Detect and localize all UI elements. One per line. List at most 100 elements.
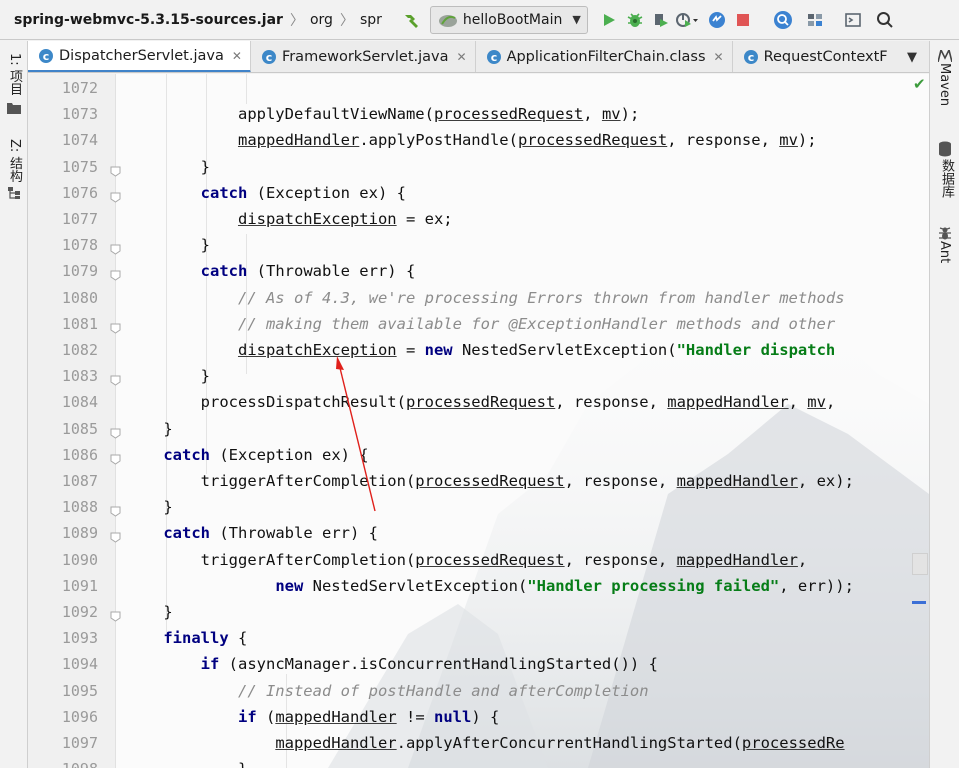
profile-icon[interactable]: [674, 7, 700, 33]
breadcrumb-org[interactable]: org: [304, 0, 333, 40]
code-line[interactable]: mappedHandler.applyPostHandle(processedR…: [126, 127, 817, 153]
tab-label: ApplicationFilterChain.class: [506, 49, 706, 65]
run-icon[interactable]: [596, 7, 622, 33]
code-line[interactable]: }: [126, 756, 247, 768]
fold-marker-icon[interactable]: [110, 188, 121, 203]
code-token: ,: [788, 393, 808, 412]
line-number: 1079: [61, 262, 98, 281]
fold-marker-icon[interactable]: [110, 607, 121, 622]
line-number: 1096: [61, 707, 98, 726]
code-token: (Throwable err) {: [210, 524, 378, 543]
breadcrumb-spr[interactable]: spr: [354, 0, 382, 40]
line-number: 1087: [61, 472, 98, 490]
line-number: 1081: [61, 314, 98, 333]
code-line[interactable]: catch (Throwable err) {: [126, 258, 416, 284]
code-line[interactable]: triggerAfterCompletion(processedRequest,…: [126, 547, 808, 573]
chevron-down-icon[interactable]: ▼: [895, 41, 929, 72]
inspection-ok-icon[interactable]: ✔: [913, 75, 926, 93]
fold-marker-icon[interactable]: [110, 162, 121, 177]
coverage-icon[interactable]: [648, 7, 674, 33]
structure-tool-button[interactable]: Z: 结构: [5, 139, 24, 182]
code-token: }: [126, 419, 173, 438]
code-token: ,: [583, 105, 602, 124]
code-keyword: if: [237, 707, 257, 726]
code-token: }: [126, 603, 173, 621]
tool-window-icon[interactable]: [840, 7, 866, 33]
code-line[interactable]: dispatchException = new NestedServletExc…: [126, 337, 835, 363]
project-tool-button[interactable]: 1: 项目: [5, 53, 24, 96]
code-line[interactable]: processDispatchResult(processedRequest, …: [126, 389, 836, 415]
code-line[interactable]: if (asyncManager.isConcurrentHandlingSta…: [126, 651, 658, 677]
run-configuration-selector[interactable]: helloBootMain ▼: [429, 5, 588, 34]
code-keyword: catch: [163, 524, 210, 543]
fold-marker-icon[interactable]: [110, 528, 121, 543]
code-line[interactable]: }: [126, 232, 210, 258]
ant-tool-button[interactable]: Ant: [937, 241, 952, 263]
debug-icon[interactable]: [622, 7, 648, 33]
code-line[interactable]: // As of 4.3, we're processing Errors th…: [126, 285, 845, 311]
code-line[interactable]: }: [126, 599, 173, 625]
tab-label: DispatcherServlet.java: [59, 47, 224, 64]
chevron-down-icon: ▼: [572, 13, 581, 26]
code-token: }: [126, 498, 173, 517]
code-line[interactable]: }: [126, 416, 173, 442]
stop-icon[interactable]: [730, 7, 756, 33]
code-line[interactable]: // making them available for @ExceptionH…: [126, 311, 835, 337]
code-line[interactable]: // Instead of postHandle and afterComple…: [126, 678, 649, 704]
code-line[interactable]: finally {: [126, 625, 247, 651]
fold-marker-icon[interactable]: [110, 319, 121, 334]
fold-marker-icon[interactable]: [110, 502, 121, 517]
close-icon[interactable]: ✕: [714, 50, 724, 64]
code-line[interactable]: }: [126, 363, 210, 389]
code-line[interactable]: }: [126, 154, 210, 180]
tab-2[interactable]: c ApplicationFilterChain.class ✕: [476, 41, 733, 72]
code-line[interactable]: triggerAfterCompletion(processedRequest,…: [126, 468, 854, 494]
code-line[interactable]: catch (Exception ex) {: [126, 180, 406, 206]
maven-tool-button[interactable]: Maven: [937, 63, 952, 106]
tab-0[interactable]: c DispatcherServlet.java ✕: [28, 41, 251, 72]
line-number: 1094: [61, 655, 98, 674]
fold-marker-icon[interactable]: [110, 266, 121, 281]
fold-marker-icon[interactable]: [110, 371, 121, 386]
code-token: processedRequest: [415, 550, 565, 569]
close-icon[interactable]: ✕: [457, 50, 467, 64]
code-token: dispatchException: [237, 210, 397, 228]
code-token: , response,: [564, 550, 677, 569]
code-line[interactable]: catch (Throwable err) {: [126, 520, 378, 546]
folder-icon[interactable]: [7, 99, 21, 118]
close-icon[interactable]: ✕: [232, 49, 242, 63]
fold-marker-icon[interactable]: [110, 240, 121, 255]
update-icon[interactable]: [704, 7, 730, 33]
scrollbar-thumb[interactable]: [912, 553, 928, 575]
fold-marker-icon[interactable]: [110, 450, 121, 465]
search-everywhere-icon[interactable]: [770, 7, 796, 33]
navigation-bar: spring-webmvc-5.3.15-sources.jar 〉 org 〉…: [0, 0, 959, 40]
search-icon[interactable]: [872, 7, 898, 33]
tab-3[interactable]: c RequestContextF: [733, 41, 897, 72]
breadcrumb-jar[interactable]: spring-webmvc-5.3.15-sources.jar: [0, 0, 283, 40]
database-icon[interactable]: [938, 141, 952, 161]
project-structure-icon[interactable]: [802, 7, 828, 33]
code-keyword: catch: [200, 262, 248, 281]
code-line[interactable]: catch (Exception ex) {: [126, 442, 368, 468]
code-line[interactable]: new NestedServletException("Handler proc…: [126, 573, 854, 599]
database-tool-button[interactable]: 数据库: [937, 159, 956, 198]
code-line[interactable]: dispatchException = ex;: [126, 206, 453, 232]
code-line[interactable]: if (mappedHandler != null) {: [126, 704, 499, 730]
fold-marker-icon[interactable]: [110, 424, 121, 439]
code-keyword: catch: [163, 445, 210, 464]
tab-1[interactable]: c FrameworkServlet.java ✕: [251, 41, 476, 72]
code-line[interactable]: }: [126, 494, 173, 520]
hammer-icon[interactable]: [398, 7, 424, 33]
line-number: 1086: [61, 445, 98, 464]
structure-icon[interactable]: [7, 185, 21, 204]
code-line[interactable]: applyDefaultViewName(processedRequest, m…: [126, 101, 639, 127]
code-editor[interactable]: 1072 1073 1074 1075 1076 1077 1078 1079 1080 1081…: [28, 74, 929, 768]
code-line[interactable]: mappedHandler.applyAfterConcurrentHandli…: [126, 730, 844, 756]
code-token: mv: [601, 105, 621, 124]
